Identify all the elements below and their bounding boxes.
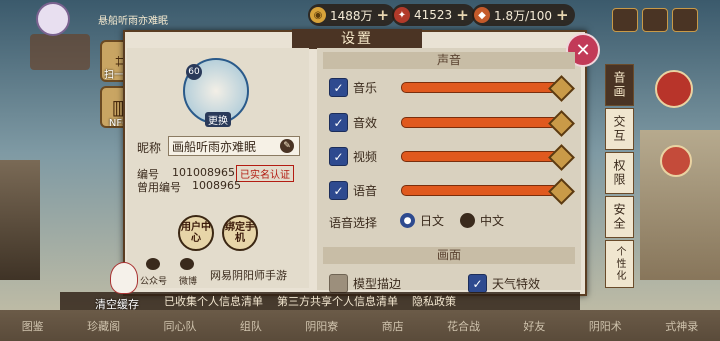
user-center-button[interactable]: 用户中心 bbox=[178, 215, 214, 251]
event-icon[interactable] bbox=[660, 145, 692, 177]
id-value: 101008965 bbox=[172, 166, 235, 179]
privacy-policy-link[interactable]: 隐私政策 bbox=[412, 293, 456, 309]
stamina-icon: ◆ bbox=[474, 7, 490, 23]
add-stamina-icon[interactable]: + bbox=[556, 6, 569, 24]
player-name: 悬船听雨亦难眠 bbox=[98, 16, 168, 27]
stamina-value: 1.8万/100 bbox=[494, 8, 553, 23]
sfx-row: ✓ 音效 bbox=[329, 113, 377, 132]
music-slider[interactable] bbox=[401, 82, 561, 93]
privacy-shared-link[interactable]: 第三方共享个人信息清单 bbox=[277, 293, 398, 309]
mascot-icon bbox=[110, 262, 138, 294]
nickname-label: 昵称 bbox=[137, 141, 162, 155]
nav-item[interactable]: 阴阳术 bbox=[589, 318, 622, 334]
voice-checkbox[interactable]: ✓ bbox=[329, 181, 348, 200]
outline-label: 模型描边 bbox=[353, 277, 402, 291]
radio-unselected-icon bbox=[460, 213, 475, 228]
video-label: 视频 bbox=[353, 150, 378, 164]
mail-icon[interactable] bbox=[612, 8, 638, 32]
video-checkbox[interactable]: ✓ bbox=[329, 147, 348, 166]
nav-item[interactable]: 商店 bbox=[382, 318, 404, 334]
edit-pencil-icon[interactable]: ✎ bbox=[280, 139, 294, 153]
gold-value: 1488万 bbox=[330, 8, 373, 23]
sfx-checkbox[interactable]: ✓ bbox=[329, 113, 348, 132]
voice-select-label: 语音选择 bbox=[329, 216, 378, 230]
video-row: ✓ 视频 bbox=[329, 147, 377, 166]
outline-checkbox[interactable] bbox=[329, 274, 348, 293]
gold-counter: ◉ 1488万 + bbox=[308, 4, 396, 26]
jade-counter: ✦ 41523 + bbox=[392, 4, 475, 26]
privacy-collected-link[interactable]: 已收集个人信息清单 bbox=[164, 293, 263, 309]
voice-option-chinese-label: 中文 bbox=[480, 214, 505, 228]
wechat-icon[interactable] bbox=[146, 258, 160, 270]
bind-phone-button[interactable]: 绑定手机 bbox=[222, 215, 258, 251]
jade-value: 41523 bbox=[414, 8, 453, 22]
weather-checkbox[interactable]: ✓ bbox=[468, 274, 487, 293]
voice-slider[interactable] bbox=[401, 185, 561, 196]
voice-option-japanese-label: 日文 bbox=[420, 214, 445, 228]
tab-audio-visual[interactable]: 音画 bbox=[605, 64, 634, 106]
building-decoration bbox=[30, 34, 90, 70]
pillar-decoration bbox=[0, 160, 40, 280]
old-id-label: 曾用编号 bbox=[137, 181, 181, 194]
verified-tag: 已实名认证 bbox=[236, 165, 294, 182]
red-orb-icon[interactable] bbox=[655, 70, 693, 108]
voice-row: ✓ 语音 bbox=[329, 181, 377, 200]
netease-label[interactable]: 网易阴阳师手游 bbox=[210, 267, 287, 283]
add-jade-icon[interactable]: + bbox=[456, 6, 469, 24]
tab-personalize[interactable]: 个性化 bbox=[605, 240, 634, 288]
sfx-slider[interactable] bbox=[401, 117, 561, 128]
video-slider[interactable] bbox=[401, 151, 561, 162]
music-label: 音乐 bbox=[353, 81, 378, 95]
close-icon: ✕ bbox=[575, 39, 591, 61]
nav-item[interactable]: 好友 bbox=[523, 318, 545, 334]
gold-coin-icon: ◉ bbox=[310, 7, 326, 23]
nav-item[interactable]: 同心队 bbox=[163, 318, 196, 334]
footer-nav: 图鉴 珍藏阁 同心队 组队 阴阳寮 商店 花合战 好友 阴阳术 式神录 bbox=[0, 310, 720, 341]
voice-option-chinese[interactable]: 中文 bbox=[460, 212, 504, 229]
nav-item[interactable]: 阴阳寮 bbox=[305, 318, 338, 334]
jade-icon: ✦ bbox=[394, 7, 410, 23]
dialog-title: 设置 bbox=[292, 29, 422, 49]
weibo-label: 微博 bbox=[179, 277, 198, 287]
weibo-icon[interactable] bbox=[180, 258, 194, 270]
weather-row: ✓ 天气特效 bbox=[468, 274, 540, 293]
wechat-label: 公众号 bbox=[140, 277, 168, 287]
tab-security[interactable]: 安全 bbox=[605, 196, 634, 238]
nav-item[interactable]: 组队 bbox=[240, 318, 262, 334]
voice-option-japanese[interactable]: ● 日文 bbox=[400, 212, 444, 229]
old-id-value: 1008965 bbox=[192, 179, 241, 192]
sound-header: 声音 bbox=[323, 52, 575, 69]
settings-icon[interactable] bbox=[672, 8, 698, 32]
nav-item[interactable]: 珍藏阁 bbox=[87, 318, 120, 334]
sfx-label: 音效 bbox=[353, 116, 378, 130]
nav-item[interactable]: 式神录 bbox=[665, 318, 698, 334]
radio-selected-icon: ● bbox=[400, 213, 415, 228]
avatar-level-badge: 60 bbox=[186, 64, 202, 80]
weather-label: 天气特效 bbox=[492, 277, 541, 291]
voice-label: 语音 bbox=[353, 184, 378, 198]
player-avatar[interactable] bbox=[36, 2, 70, 36]
menu-icon[interactable] bbox=[642, 8, 668, 32]
tab-permissions[interactable]: 权限 bbox=[605, 152, 634, 194]
add-gold-icon[interactable]: + bbox=[377, 6, 390, 24]
nav-item[interactable]: 图鉴 bbox=[22, 318, 44, 334]
outline-row: 模型描边 bbox=[329, 274, 401, 293]
graphics-header: 画面 bbox=[323, 247, 575, 264]
music-row: ✓ 音乐 bbox=[329, 78, 377, 97]
change-avatar-badge[interactable]: 更换 bbox=[205, 112, 231, 127]
tab-interaction[interactable]: 交互 bbox=[605, 108, 634, 150]
nav-item[interactable]: 花合战 bbox=[447, 318, 480, 334]
music-checkbox[interactable]: ✓ bbox=[329, 78, 348, 97]
stamina-counter: ◆ 1.8万/100 + bbox=[472, 4, 575, 26]
